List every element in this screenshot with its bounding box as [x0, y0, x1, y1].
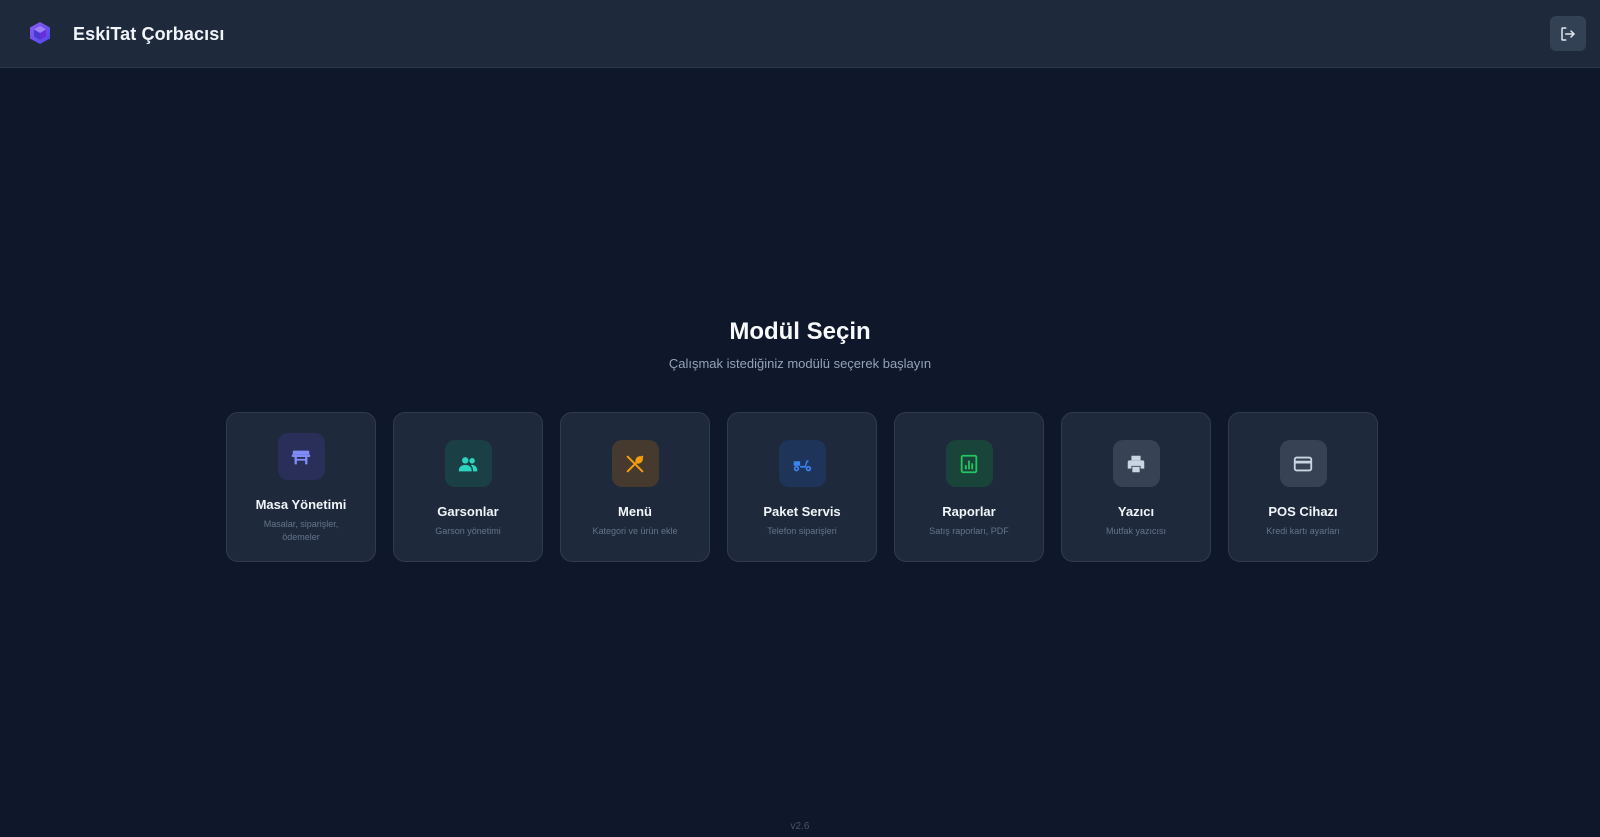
module-icon-box [1279, 440, 1327, 487]
credit-card-icon [1293, 456, 1313, 471]
table-icon [291, 450, 311, 464]
module-icon-box [778, 440, 826, 487]
module-description: Kredi kartı ayarları [1266, 526, 1340, 536]
cube-logo-icon [30, 22, 50, 44]
module-title: Paket Servis [763, 504, 841, 519]
module-icon-box [1112, 440, 1160, 487]
scooter-icon [793, 459, 812, 471]
printer-icon [1127, 455, 1145, 472]
module-grid: Masa Yönetimi Masalar, siparişler, ödeme… [226, 412, 1378, 562]
module-description: Garson yönetimi [435, 526, 501, 536]
module-card-printer[interactable]: Yazıcı Mutfak yazıcısı [1061, 412, 1211, 562]
module-description: Satış raporları, PDF [929, 526, 1009, 536]
module-icon-box [444, 440, 492, 487]
module-title: Raporlar [942, 504, 996, 519]
module-title: Masa Yönetimi [255, 497, 347, 512]
module-card-delivery[interactable]: Paket Servis Telefon siparişleri [727, 412, 877, 562]
report-chart-icon [960, 454, 978, 473]
module-title: Menü [618, 504, 652, 519]
module-card-reports[interactable]: Raporlar Satış raporları, PDF [894, 412, 1044, 562]
module-icon-box [945, 440, 993, 487]
module-card-pos-device[interactable]: POS Cihazı Kredi kartı ayarları [1228, 412, 1378, 562]
module-icon-box [611, 440, 659, 487]
page-title: Modül Seçin [729, 318, 871, 345]
utensils-icon [626, 455, 644, 472]
module-card-waiters[interactable]: Garsonlar Garson yönetimi [393, 412, 543, 562]
top-bar: EskiTat Çorbacısı [0, 0, 1600, 68]
module-icon-box [277, 433, 325, 480]
module-description: Telefon siparişleri [767, 526, 837, 536]
module-description: Kategori ve ürün ekle [592, 526, 678, 536]
module-title: POS Cihazı [1268, 504, 1338, 519]
logout-icon [1561, 26, 1575, 41]
module-description: Masalar, siparişler, ödemeler [263, 519, 339, 542]
module-card-menu[interactable]: Menü Kategori ve ürün ekle [560, 412, 710, 562]
module-description: Mutfak yazıcısı [1105, 526, 1167, 536]
users-icon [458, 456, 478, 471]
module-title: Yazıcı [1117, 504, 1155, 519]
version-label: v2.6 [790, 821, 810, 832]
page-subtitle: Çalışmak istediğiniz modülü seçerek başl… [668, 356, 932, 371]
module-title: Garsonlar [437, 504, 499, 519]
module-card-table-management[interactable]: Masa Yönetimi Masalar, siparişler, ödeme… [226, 412, 376, 562]
logout-button[interactable] [1550, 16, 1586, 51]
app-title: EskiTat Çorbacısı [73, 24, 225, 44]
